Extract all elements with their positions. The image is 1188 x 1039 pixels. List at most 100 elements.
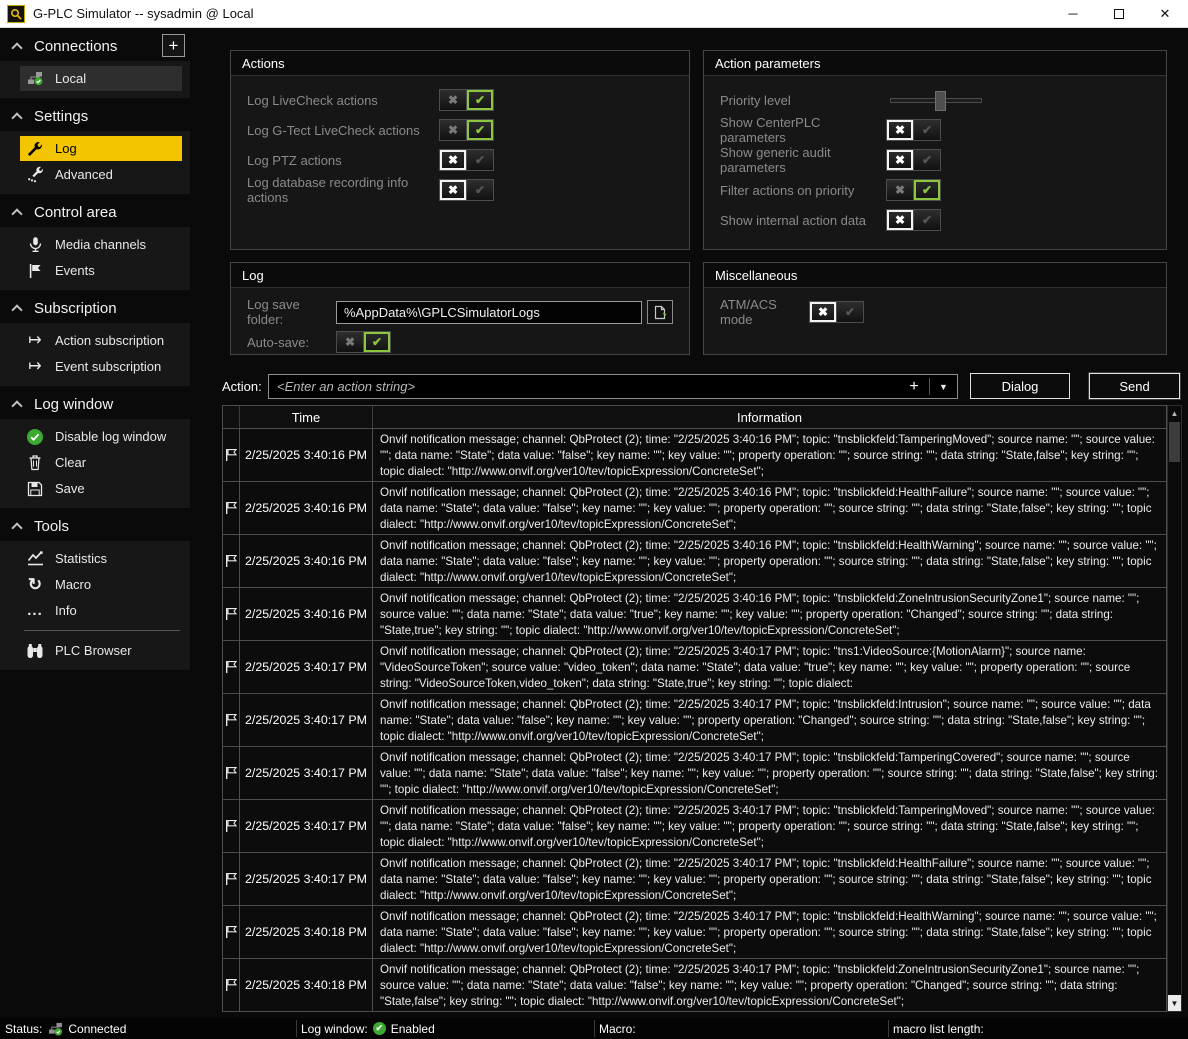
sidebar-item-disable-log-window[interactable]: Disable log window [20, 424, 182, 449]
sidebar-item-clear[interactable]: Clear [20, 450, 182, 475]
log-row-time: 2/25/2025 3:40:18 PM [240, 906, 373, 958]
slider-thumb[interactable] [935, 91, 946, 111]
x-mark-icon[interactable]: ✖ [887, 150, 913, 170]
x-mark-icon[interactable]: ✖ [887, 210, 913, 230]
chevron-down-icon[interactable]: ▼ [930, 382, 957, 392]
status-separator [594, 1020, 595, 1037]
sidebar-item-statistics[interactable]: Statistics [20, 546, 182, 571]
sidebar-item-advanced[interactable]: Advanced [20, 162, 182, 187]
sidebar-item-media-channels[interactable]: Media channels [20, 232, 182, 257]
trash-icon [26, 454, 44, 472]
check-mark-icon[interactable]: ✔ [914, 210, 940, 230]
sidebar-item-event-subscription[interactable]: ↦Event subscription [20, 354, 182, 379]
sidebar-item-info[interactable]: ...Info [20, 598, 182, 623]
sidebar-item-save[interactable]: Save [20, 476, 182, 501]
sidebar-section-log-window[interactable]: Log window [0, 389, 190, 419]
log-row-information: Onvif notification message; channel: QbP… [373, 588, 1166, 640]
sidebar-item-plc-browser[interactable]: PLC Browser [20, 638, 182, 663]
log-row[interactable]: 2/25/2025 3:40:18 PMOnvif notification m… [223, 906, 1166, 959]
scrollbar-thumb[interactable] [1169, 422, 1180, 462]
show-generic-audit-parameters-toggle[interactable]: ✖✔ [886, 149, 941, 171]
log-row-time: 2/25/2025 3:40:17 PM [240, 800, 373, 852]
check-mark-icon[interactable]: ✔ [467, 90, 493, 110]
sidebar-item-events[interactable]: Events [20, 258, 182, 283]
flag-icon [223, 482, 240, 534]
log-row-information: Onvif notification message; channel: QbP… [373, 959, 1166, 1011]
log-database-recording-info-actions-toggle[interactable]: ✖✔ [439, 179, 494, 201]
filter-actions-on-priority-toggle[interactable]: ✖✔ [886, 179, 941, 201]
log-save-folder-input[interactable] [336, 301, 642, 324]
x-mark-icon[interactable]: ✖ [440, 180, 466, 200]
x-mark-icon[interactable]: ✖ [440, 120, 466, 140]
information-column-header[interactable]: Information [373, 406, 1166, 428]
log-row[interactable]: 2/25/2025 3:40:17 PMOnvif notification m… [223, 853, 1166, 906]
log-row[interactable]: 2/25/2025 3:40:18 PMOnvif notification m… [223, 959, 1166, 1012]
log-g-tect-livecheck-actions-toggle[interactable]: ✖✔ [439, 119, 494, 141]
sidebar-item-log[interactable]: Log [20, 136, 182, 161]
log-livecheck-actions-toggle[interactable]: ✖✔ [439, 89, 494, 111]
action-input[interactable] [269, 379, 899, 394]
action-label: Action: [222, 379, 262, 394]
log-row[interactable]: 2/25/2025 3:40:16 PMOnvif notification m… [223, 429, 1166, 482]
sidebar-item-action-subscription[interactable]: ↦Action subscription [20, 328, 182, 353]
log-table-scrollbar[interactable]: ▲ ▼ [1167, 405, 1182, 1012]
minimize-button[interactable]: ─ [1050, 0, 1096, 27]
log-ptz-actions-toggle[interactable]: ✖✔ [439, 149, 494, 171]
sidebar-item-local[interactable]: Local [20, 66, 182, 91]
check-mark-icon[interactable]: ✔ [467, 150, 493, 170]
flag-column-header [223, 406, 240, 428]
x-mark-icon[interactable]: ✖ [440, 150, 466, 170]
action-parameters-panel-body: Priority level Show CenterPLC parameters… [704, 76, 1166, 235]
check-mark-icon[interactable]: ✔ [914, 120, 940, 140]
show-internal-action-data-toggle[interactable]: ✖✔ [886, 209, 941, 231]
check-mark-icon[interactable]: ✔ [467, 120, 493, 140]
filter-actions-on-priority-label: Filter actions on priority [720, 183, 886, 198]
sidebar-section-subscription[interactable]: Subscription [0, 293, 190, 323]
sidebar-section-tools[interactable]: Tools [0, 511, 190, 541]
check-mark-icon[interactable]: ✔ [837, 302, 863, 322]
x-mark-icon[interactable]: ✖ [887, 180, 913, 200]
sidebar-section-connections[interactable]: Connections+ [0, 31, 190, 61]
log-row[interactable]: 2/25/2025 3:40:16 PMOnvif notification m… [223, 482, 1166, 535]
time-column-header[interactable]: Time [240, 406, 373, 428]
priority-level-slider[interactable] [890, 98, 982, 103]
check-mark-icon[interactable]: ✔ [467, 180, 493, 200]
x-mark-icon[interactable]: ✖ [337, 332, 363, 352]
check-mark-icon[interactable]: ✔ [914, 150, 940, 170]
log-row-time: 2/25/2025 3:40:16 PM [240, 482, 373, 534]
add-action-icon[interactable]: + [899, 379, 929, 395]
gplc-simulator-window: G-PLC Simulator -- sysadmin @ Local ─ ✕ … [0, 0, 1188, 1039]
log-row-information: Onvif notification message; channel: QbP… [373, 482, 1166, 534]
check-mark-icon[interactable]: ✔ [914, 180, 940, 200]
flag-icon [26, 262, 44, 280]
log-row[interactable]: 2/25/2025 3:40:16 PMOnvif notification m… [223, 535, 1166, 588]
close-button[interactable]: ✕ [1142, 0, 1188, 27]
auto-save-label: Auto-save: [247, 335, 336, 350]
status-bar: Status: Connected Log window: ✔ Enabled … [0, 1018, 1188, 1039]
scroll-up-icon[interactable]: ▲ [1168, 406, 1181, 421]
atm-acs-mode-toggle[interactable]: ✖✔ [809, 301, 864, 323]
scroll-down-icon[interactable]: ▼ [1168, 995, 1181, 1011]
log-row[interactable]: 2/25/2025 3:40:16 PMOnvif notification m… [223, 588, 1166, 641]
auto-save-toggle[interactable]: ✖✔ [336, 331, 391, 353]
send-button[interactable]: Send [1089, 373, 1180, 399]
log-row[interactable]: 2/25/2025 3:40:17 PMOnvif notification m… [223, 747, 1166, 800]
check-circle-icon [26, 428, 44, 446]
dialog-button[interactable]: Dialog [970, 373, 1070, 399]
check-mark-icon[interactable]: ✔ [364, 332, 390, 352]
x-mark-icon[interactable]: ✖ [440, 90, 466, 110]
browse-folder-button[interactable] [647, 300, 673, 324]
binoculars-icon [26, 642, 44, 660]
x-mark-icon[interactable]: ✖ [887, 120, 913, 140]
log-row[interactable]: 2/25/2025 3:40:17 PMOnvif notification m… [223, 800, 1166, 853]
wrench-icon [26, 140, 44, 158]
log-row[interactable]: 2/25/2025 3:40:17 PMOnvif notification m… [223, 694, 1166, 747]
sidebar-section-control-area[interactable]: Control area [0, 197, 190, 227]
x-mark-icon[interactable]: ✖ [810, 302, 836, 322]
log-row[interactable]: 2/25/2025 3:40:17 PMOnvif notification m… [223, 641, 1166, 694]
add-connection-button[interactable]: + [162, 34, 185, 57]
sidebar-item-macro[interactable]: ↻Macro [20, 572, 182, 597]
sidebar-section-settings[interactable]: Settings [0, 101, 190, 131]
maximize-button[interactable] [1096, 0, 1142, 27]
show-centerplc-parameters-toggle[interactable]: ✖✔ [886, 119, 941, 141]
